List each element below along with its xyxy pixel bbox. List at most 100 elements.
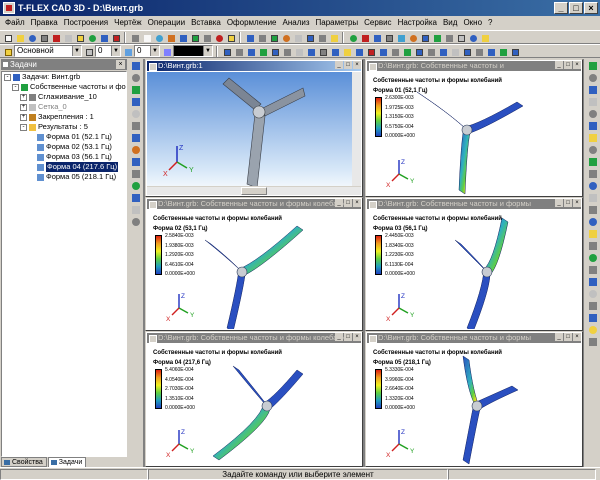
view-tool-icon[interactable] — [497, 46, 508, 57]
side-tool-icon[interactable] — [588, 325, 598, 335]
chevron-down-icon[interactable]: ▼ — [72, 46, 81, 56]
side-tool-icon[interactable] — [588, 229, 598, 239]
tasks-tree[interactable]: - Задачи: Винт.grb - Собственные частоты и … — [1, 71, 127, 457]
view-tool-icon[interactable] — [509, 46, 520, 57]
shell-icon[interactable] — [419, 32, 430, 43]
side-tool-icon[interactable] — [588, 301, 598, 311]
menu-item-7[interactable]: Анализ — [279, 16, 312, 30]
line-icon[interactable] — [141, 32, 152, 43]
chamfer-icon[interactable] — [407, 32, 418, 43]
maximize-icon[interactable]: □ — [564, 333, 572, 341]
view-tool-icon[interactable] — [329, 46, 340, 57]
maximize-icon[interactable]: □ — [564, 199, 572, 207]
side-tool-icon[interactable] — [588, 253, 598, 263]
view-tool-icon[interactable] — [473, 46, 484, 57]
undo-icon[interactable] — [86, 32, 97, 43]
menu-item-0[interactable]: Файл — [2, 16, 28, 30]
view-tool-icon[interactable] — [305, 46, 316, 57]
analysis-icon[interactable] — [455, 32, 466, 43]
dimension-icon[interactable] — [189, 32, 200, 43]
tab-properties[interactable]: Свойства — [1, 457, 47, 467]
result-viewport[interactable]: Z Y X Собственные частоты и формы колебаний… — [367, 344, 581, 465]
text-icon[interactable] — [201, 32, 212, 43]
side-tool-icon[interactable] — [588, 73, 598, 83]
side-tool-icon[interactable] — [588, 85, 598, 95]
window-r3[interactable]: D:\Винт.grb: Собственные частоты и формы… — [365, 197, 583, 331]
collapse-icon[interactable]: - — [4, 74, 11, 81]
workplane-icon[interactable] — [328, 32, 339, 43]
close-icon[interactable]: × — [573, 199, 581, 207]
menu-item-8[interactable]: Параметры — [313, 16, 362, 30]
loft-icon[interactable] — [371, 32, 382, 43]
maximize-button[interactable]: □ — [569, 2, 583, 14]
menu-item-9[interactable]: Сервис — [361, 16, 394, 30]
view-tool-icon[interactable] — [221, 46, 232, 57]
minimize-icon[interactable]: _ — [555, 199, 563, 207]
side-tool-icon[interactable] — [588, 109, 598, 119]
snap-icon[interactable] — [304, 32, 315, 43]
view-tool-icon[interactable] — [353, 46, 364, 57]
minimize-icon[interactable]: _ — [335, 199, 343, 207]
vertical-scrollbar[interactable] — [352, 72, 361, 186]
side-tool-icon[interactable] — [588, 277, 598, 287]
tree-node[interactable]: + Сглаживание_10 — [2, 92, 126, 102]
chevron-down-icon[interactable]: ▼ — [203, 46, 212, 56]
side-tool-icon[interactable] — [588, 265, 598, 275]
tree-node[interactable]: + Закрепления : 1 — [2, 112, 126, 122]
delete-icon[interactable] — [110, 32, 121, 43]
minimize-icon[interactable]: _ — [555, 333, 563, 341]
side-tool-icon[interactable] — [588, 181, 598, 191]
side-tool-icon[interactable] — [588, 97, 598, 107]
scrollbar-thumb[interactable] — [241, 187, 267, 195]
result-viewport[interactable]: Z Y X Собственные частоты и формы колебаний… — [367, 210, 581, 329]
window-r1[interactable]: D:\Винт.grb: Собственные частоты и _ □ × Z Y X… — [365, 59, 583, 197]
view-tool-icon[interactable] — [389, 46, 400, 57]
node-icon[interactable] — [177, 32, 188, 43]
minimize-icon[interactable]: _ — [335, 333, 343, 341]
side-tool-icon[interactable] — [131, 97, 141, 107]
pattern-icon[interactable] — [431, 32, 442, 43]
side-tool-icon[interactable] — [131, 169, 141, 179]
priority-icon[interactable] — [122, 46, 133, 57]
zoom-icon[interactable] — [256, 32, 267, 43]
expand-icon[interactable]: + — [20, 114, 27, 121]
tree-node[interactable]: + Сетка_0 — [2, 102, 126, 112]
revolve-icon[interactable] — [359, 32, 370, 43]
chevron-down-icon[interactable]: ▼ — [111, 46, 120, 56]
chevron-down-icon[interactable]: ▼ — [150, 46, 159, 56]
side-tool-icon[interactable] — [588, 157, 598, 167]
tree-node[interactable]: Форма 02 (53.1 Гц) — [2, 142, 126, 152]
side-tool-icon[interactable] — [131, 85, 141, 95]
tree-node[interactable]: Форма 03 (56.1 Гц) — [2, 152, 126, 162]
maximize-icon[interactable]: □ — [564, 61, 572, 69]
extrude-icon[interactable] — [347, 32, 358, 43]
result-viewport[interactable]: Z Y X Собственные частоты и формы колебаний… — [147, 344, 361, 465]
3d-icon[interactable] — [316, 32, 327, 43]
panel-close-button[interactable]: × — [116, 60, 125, 69]
expand-icon[interactable]: + — [20, 104, 27, 111]
close-button[interactable]: × — [584, 2, 598, 14]
side-tool-icon[interactable] — [131, 181, 141, 191]
menu-item-3[interactable]: Чертёж — [111, 16, 145, 30]
cut-icon[interactable] — [50, 32, 61, 43]
window-r4[interactable]: D:\Винт.grb: Собственные частоты и формы… — [145, 331, 363, 467]
view-tool-icon[interactable] — [365, 46, 376, 57]
horizontal-scrollbar[interactable] — [147, 186, 361, 195]
tab-tasks[interactable]: Задачи — [47, 457, 87, 467]
layer-combo[interactable]: Основной ▼ — [14, 45, 82, 57]
view-tool-icon[interactable] — [401, 46, 412, 57]
side-tool-icon[interactable] — [131, 157, 141, 167]
fillet-icon[interactable] — [395, 32, 406, 43]
result-viewport[interactable]: Z Y X Собственные частоты и формы колебаний… — [367, 72, 581, 195]
select-icon[interactable] — [129, 32, 140, 43]
tree-node[interactable]: Форма 05 (218.1 Гц) — [2, 172, 126, 182]
view-tool-icon[interactable] — [413, 46, 424, 57]
tree-node[interactable]: Форма 01 (52.1 Гц) — [2, 132, 126, 142]
side-tool-icon[interactable] — [131, 61, 141, 71]
side-tool-icon[interactable] — [588, 61, 598, 71]
paste-icon[interactable] — [74, 32, 85, 43]
close-icon[interactable]: × — [353, 199, 361, 207]
menu-item-4[interactable]: Операции — [145, 16, 188, 30]
open-icon[interactable] — [14, 32, 25, 43]
menu-item-13[interactable]: ? — [485, 16, 495, 30]
